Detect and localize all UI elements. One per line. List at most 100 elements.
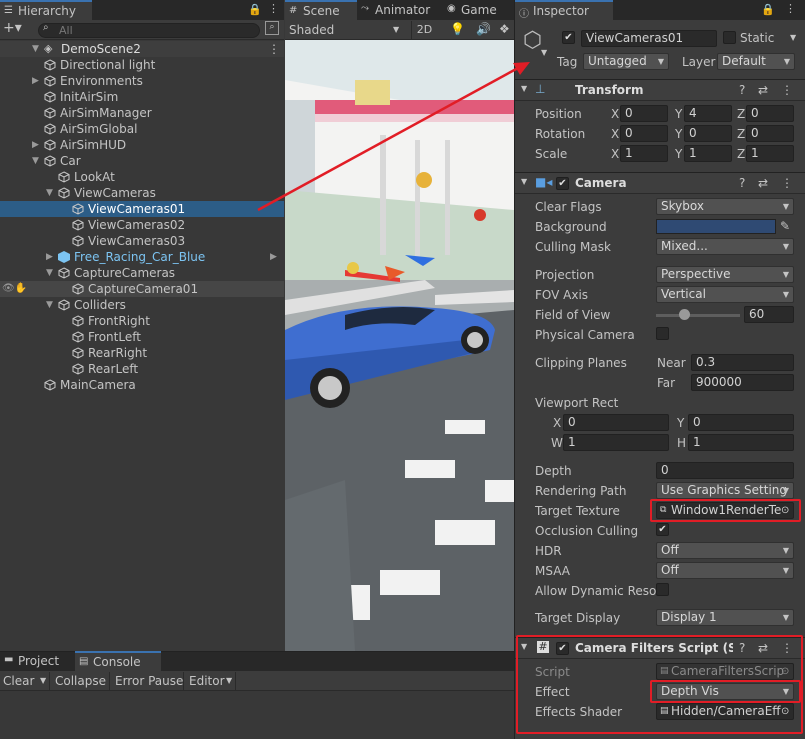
hierarchy-item[interactable]: ▶ Environments <box>0 73 284 89</box>
physical-camera-checkbox[interactable] <box>656 327 669 340</box>
transform-z-input[interactable]: 0 <box>746 105 794 122</box>
culling-mask-dropdown[interactable]: Mixed... <box>656 238 794 255</box>
preset-icon[interactable]: ⇄ <box>758 176 768 190</box>
clear-button[interactable]: Clear ▼ <box>0 672 50 690</box>
hierarchy-item[interactable]: ▼ Car <box>0 153 284 169</box>
more-menu-icon[interactable]: ⋮ <box>268 41 280 57</box>
fov-slider-handle[interactable] <box>678 309 690 320</box>
tab-inspector[interactable]: ⓘ Inspector <box>515 0 613 21</box>
hierarchy-item[interactable]: AirSimManager <box>0 105 284 121</box>
collapse-arrow-icon[interactable]: ▶ <box>32 73 39 89</box>
scene-view[interactable]: # Scene ⤳ Animator ◉ Game Shaded ▼ 2D 💡 … <box>285 0 514 651</box>
background-color-swatch[interactable] <box>656 219 776 234</box>
lock-icon[interactable]: 🔒 <box>761 3 775 16</box>
hierarchy-item[interactable]: RearLeft <box>0 361 284 377</box>
hierarchy-item[interactable]: ViewCameras02 <box>0 217 284 233</box>
lighting-icon[interactable]: 💡 <box>450 22 465 36</box>
near-input[interactable]: 0.3 <box>691 354 794 371</box>
transform-y-input[interactable]: 0 <box>684 125 732 142</box>
fov-axis-dropdown[interactable]: Vertical <box>656 286 794 303</box>
hierarchy-item[interactable]: ViewCameras01 <box>0 201 284 217</box>
more-menu-icon[interactable]: ⋮ <box>781 176 793 190</box>
more-menu-icon[interactable]: ⋮ <box>781 83 793 97</box>
tag-dropdown[interactable]: Untagged <box>583 53 669 70</box>
mode-2d-toggle[interactable]: 2D <box>411 21 437 39</box>
hierarchy-item[interactable]: RearRight <box>0 345 284 361</box>
chevron-down-icon[interactable]: ▼ <box>790 33 796 42</box>
allow-dynamic-resolution-checkbox[interactable] <box>656 583 669 596</box>
hierarchy-item[interactable]: ▶ AirSimHUD <box>0 137 284 153</box>
camera-enabled-checkbox[interactable]: ✔ <box>556 177 569 190</box>
tab-console[interactable]: ▤ Console <box>75 651 161 672</box>
preset-icon[interactable]: ⇄ <box>758 83 768 97</box>
hierarchy-item[interactable]: MainCamera <box>0 377 284 393</box>
error-pause-button[interactable]: Error Pause <box>112 672 184 690</box>
hierarchy-item[interactable]: ▼ CaptureCameras <box>0 265 284 281</box>
hierarchy-item[interactable]: FrontLeft <box>0 329 284 345</box>
viewport-x-input[interactable]: 0 <box>563 414 669 431</box>
collapse-button[interactable]: Collapse <box>52 672 110 690</box>
static-checkbox[interactable] <box>723 31 736 44</box>
viewport-y-input[interactable]: 0 <box>688 414 794 431</box>
transform-z-input[interactable]: 1 <box>746 145 794 162</box>
hierarchy-item[interactable]: AirSimGlobal <box>0 121 284 137</box>
hierarchy-item[interactable]: Directional light <box>0 57 284 73</box>
transform-y-input[interactable]: 1 <box>684 145 732 162</box>
scene-row[interactable]: ▼ ◈ DemoScene2 ⋮ <box>0 41 284 57</box>
transform-y-input[interactable]: 4 <box>684 105 732 122</box>
transform-x-input[interactable]: 0 <box>620 125 668 142</box>
eyedropper-icon[interactable]: ✎ <box>780 219 790 233</box>
hierarchy-item[interactable]: ▼ ViewCameras <box>0 185 284 201</box>
editor-dropdown[interactable]: Editor ▼ <box>186 672 236 690</box>
hierarchy-item[interactable]: FrontRight <box>0 313 284 329</box>
hierarchy-item[interactable]: ▼ Colliders <box>0 297 284 313</box>
object-name-input[interactable]: ViewCameras01 <box>581 30 717 47</box>
collapse-arrow-icon[interactable]: ▶ <box>46 249 53 265</box>
viewport-h-input[interactable]: 1 <box>688 434 794 451</box>
expand-arrow-icon[interactable]: ▼ <box>46 185 53 201</box>
tab-hierarchy[interactable]: ☰ Hierarchy <box>0 0 92 21</box>
far-input[interactable]: 900000 <box>691 374 794 391</box>
tab-project[interactable]: ▬ Project <box>0 651 75 672</box>
fov-slider-track[interactable] <box>656 314 740 317</box>
transform-x-input[interactable]: 1 <box>620 145 668 162</box>
tab-game[interactable]: ◉ Game <box>443 0 514 21</box>
depth-input[interactable]: 0 <box>656 462 794 479</box>
projection-dropdown[interactable]: Perspective <box>656 266 794 283</box>
fov-input[interactable]: 60 <box>744 306 794 323</box>
rendering-path-dropdown[interactable]: Use Graphics Setting <box>656 482 794 499</box>
help-icon[interactable]: ? <box>739 176 745 190</box>
layer-dropdown[interactable]: Default <box>717 53 795 70</box>
lock-icon[interactable]: 🔒 <box>248 3 262 16</box>
tab-animator[interactable]: ⤳ Animator <box>357 0 443 21</box>
search-input[interactable]: ⌕ All <box>38 22 260 38</box>
help-icon[interactable]: ? <box>739 83 745 97</box>
camera-header[interactable]: ▼ ■◂ ✔ Camera ? ⇄ ⋮ <box>515 172 805 194</box>
hierarchy-item[interactable]: CaptureCamera01 👁✋ <box>0 281 284 297</box>
hdr-dropdown[interactable]: Off <box>656 542 794 559</box>
chevron-down-icon[interactable]: ▼ <box>541 48 547 57</box>
viewport-w-input[interactable]: 1 <box>563 434 669 451</box>
audio-icon[interactable]: 🔊 <box>476 22 491 36</box>
hierarchy-item[interactable]: InitAirSim <box>0 89 284 105</box>
hierarchy-item[interactable]: LookAt <box>0 169 284 185</box>
target-display-dropdown[interactable]: Display 1 <box>656 609 794 626</box>
more-menu-icon[interactable]: ⋮ <box>785 2 796 15</box>
filter-icon[interactable]: ⌕ <box>265 21 279 35</box>
transform-x-input[interactable]: 0 <box>620 105 668 122</box>
expand-arrow-icon[interactable]: ▼ <box>46 297 53 313</box>
more-menu-icon[interactable]: ⋮ <box>268 2 279 15</box>
msaa-dropdown[interactable]: Off <box>656 562 794 579</box>
hierarchy-item[interactable]: ViewCameras03 <box>0 233 284 249</box>
add-icon[interactable]: +▾ <box>3 20 22 36</box>
visibility-icon[interactable]: 👁✋ <box>2 281 27 297</box>
transform-header[interactable]: ▼ ⊥ Transform ? ⇄ ⋮ <box>515 79 805 101</box>
expand-arrow-icon[interactable]: ▼ <box>32 153 39 169</box>
collapse-arrow-icon[interactable]: ▶ <box>32 137 39 153</box>
transform-z-input[interactable]: 0 <box>746 125 794 142</box>
clear-flags-dropdown[interactable]: Skybox <box>656 198 794 215</box>
expand-arrow-icon[interactable]: ▼ <box>46 265 53 281</box>
shading-dropdown[interactable]: Shaded <box>289 23 334 37</box>
tab-scene[interactable]: # Scene <box>285 0 357 21</box>
hierarchy-item[interactable]: ▶ Free_Racing_Car_Blue ▶ <box>0 249 284 265</box>
